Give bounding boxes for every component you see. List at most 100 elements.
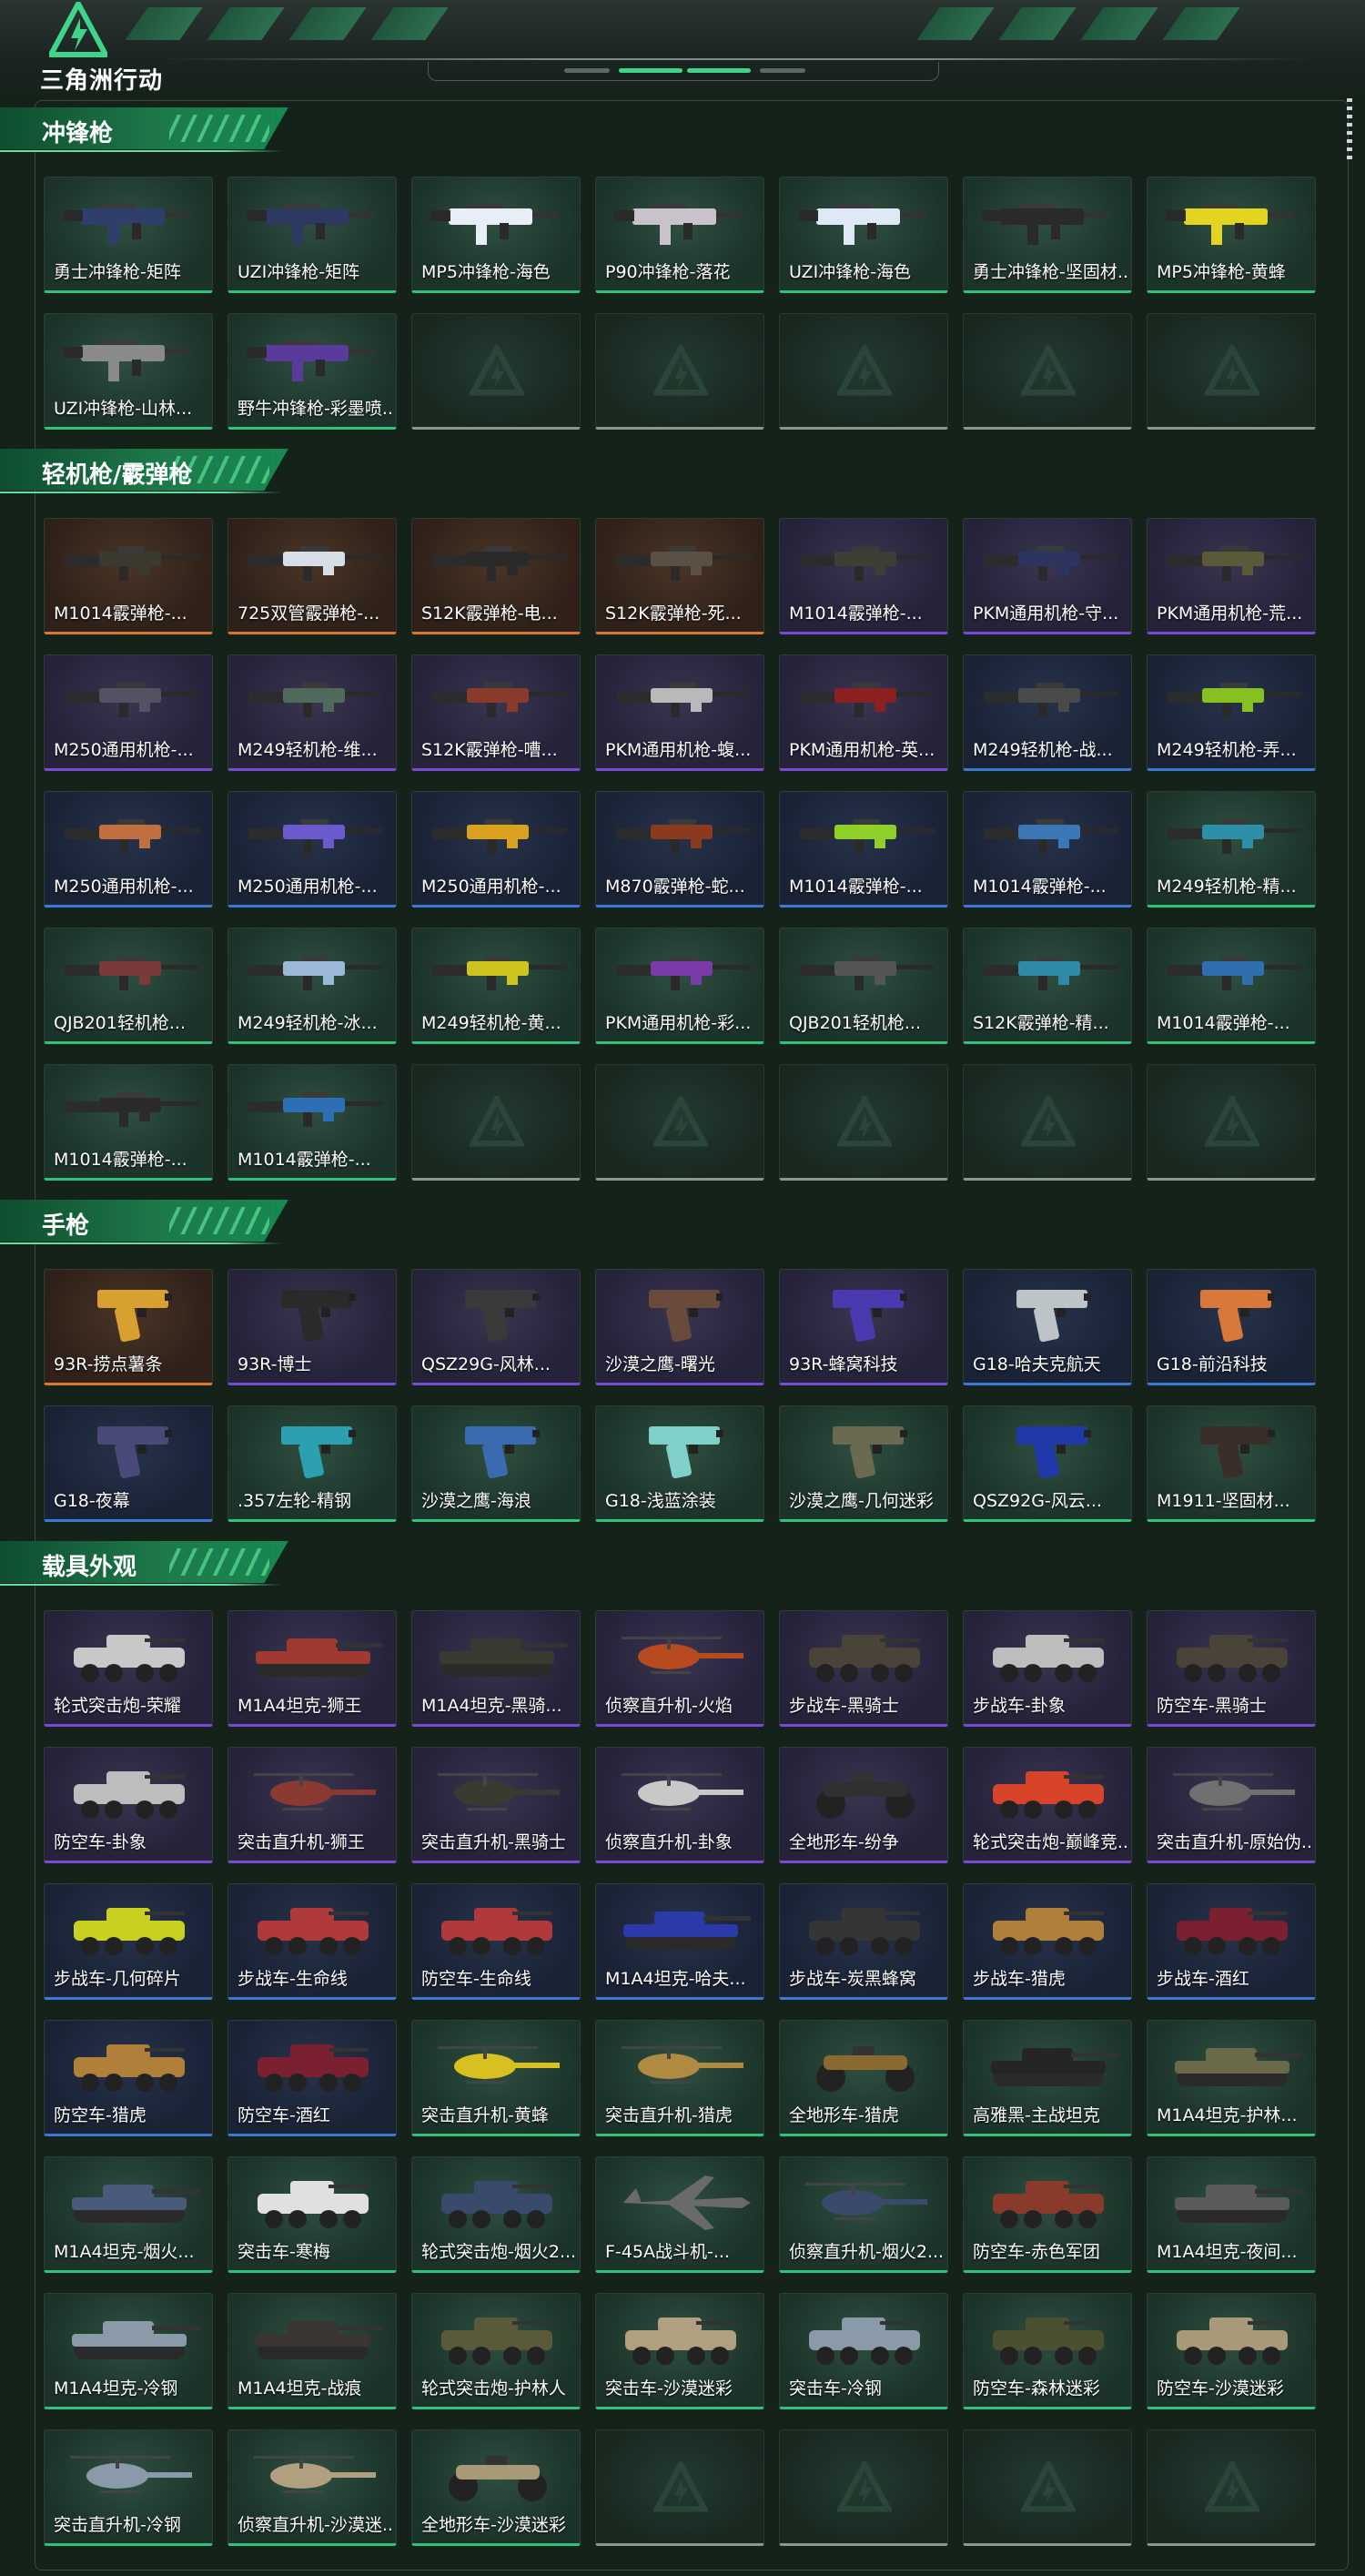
item-card[interactable]: M1014霰弹枪-... [1147, 928, 1316, 1044]
item-card[interactable]: PKM通用机枪-守... [963, 518, 1132, 634]
item-card[interactable]: QJB201轻机枪... [779, 928, 948, 1044]
item-card[interactable]: M250通用机枪-... [228, 791, 397, 908]
item-card[interactable]: 防空车-卦象 [44, 1747, 213, 1863]
item-card[interactable]: PKM通用机枪-荒... [1147, 518, 1316, 634]
item-card[interactable]: 93R-捞点薯条 [44, 1269, 213, 1385]
item-card[interactable]: G18-浅蓝涂装 [595, 1405, 764, 1522]
item-card[interactable]: 突击直升机-黄蜂 [411, 2020, 581, 2136]
item-card[interactable]: 高雅黑-主战坦克 [963, 2020, 1132, 2136]
item-card[interactable]: 步战车-炭黑蜂窝 [779, 1883, 948, 2000]
item-card[interactable]: 轮式突击炮-烟火2... [411, 2156, 581, 2273]
item-card[interactable]: 沙漠之鹰-几何迷彩 [779, 1405, 948, 1522]
item-card[interactable]: 侦察直升机-火焰 [595, 1610, 764, 1727]
item-card[interactable]: 防空车-黑骑士 [1147, 1610, 1316, 1727]
item-card[interactable]: 勇士冲锋枪-坚固材... [963, 177, 1132, 293]
item-card[interactable]: 步战车-几何碎片 [44, 1883, 213, 2000]
item-card[interactable]: 侦察直升机-烟火2... [779, 2156, 948, 2273]
item-card[interactable]: 突击车-沙漠迷彩 [595, 2293, 764, 2409]
item-card[interactable]: M250通用机枪-... [44, 654, 213, 771]
item-card[interactable]: M1A4坦克-冷钢 [44, 2293, 213, 2409]
item-card[interactable]: M1A4坦克-烟火... [44, 2156, 213, 2273]
item-card[interactable]: 勇士冲锋枪-矩阵 [44, 177, 213, 293]
empty-slot [779, 313, 948, 430]
item-card[interactable]: 全地形车-猎虎 [779, 2020, 948, 2136]
item-card[interactable]: 防空车-酒红 [228, 2020, 397, 2136]
item-card[interactable]: M250通用机枪-... [44, 791, 213, 908]
item-card[interactable]: QSZ29G-风林... [411, 1269, 581, 1385]
item-card[interactable]: M1014霰弹枪-... [44, 518, 213, 634]
item-card[interactable]: G18-哈夫克航天 [963, 1269, 1132, 1385]
item-card[interactable]: 93R-蜂窝科技 [779, 1269, 948, 1385]
item-card[interactable]: M1A4坦克-护林... [1147, 2020, 1316, 2136]
item-card[interactable]: M1911-坚固材... [1147, 1405, 1316, 1522]
item-card[interactable]: F-45A战斗机-... [595, 2156, 764, 2273]
item-card[interactable]: 突击直升机-冷钢 [44, 2429, 213, 2546]
item-card[interactable]: MP5冲锋枪-海色 [411, 177, 581, 293]
item-card[interactable]: M249轻机枪-弄... [1147, 654, 1316, 771]
item-card[interactable]: 轮式突击炮-巅峰竞... [963, 1747, 1132, 1863]
item-card[interactable]: 步战车-猎虎 [963, 1883, 1132, 2000]
item-card[interactable]: M870霰弹枪-蛇... [595, 791, 764, 908]
item-card[interactable]: 突击直升机-猎虎 [595, 2020, 764, 2136]
item-card[interactable]: PKM通用机枪-彩... [595, 928, 764, 1044]
item-card[interactable]: S12K霰弹枪-电... [411, 518, 581, 634]
item-card[interactable]: QSZ92G-风云... [963, 1405, 1132, 1522]
item-card[interactable]: 725双管霰弹枪-... [228, 518, 397, 634]
item-card[interactable]: 全地形车-沙漠迷彩 [411, 2429, 581, 2546]
item-card[interactable]: M1014霰弹枪-... [779, 518, 948, 634]
item-card[interactable]: M249轻机枪-冰... [228, 928, 397, 1044]
item-card[interactable]: M250通用机枪-... [411, 791, 581, 908]
item-card[interactable]: M1014霰弹枪-... [963, 791, 1132, 908]
item-card[interactable]: M1A4坦克-夜间... [1147, 2156, 1316, 2273]
item-card[interactable]: 步战车-生命线 [228, 1883, 397, 2000]
item-card[interactable]: PKM通用机枪-英... [779, 654, 948, 771]
scrollbar[interactable] [1347, 98, 1352, 162]
item-card[interactable]: 侦察直升机-卦象 [595, 1747, 764, 1863]
item-card[interactable]: M249轻机枪-维... [228, 654, 397, 771]
item-card[interactable]: 93R-博士 [228, 1269, 397, 1385]
item-card[interactable]: M249轻机枪-战... [963, 654, 1132, 771]
item-card[interactable]: 防空车-赤色军团 [963, 2156, 1132, 2273]
item-card[interactable]: M1A4坦克-黑骑... [411, 1610, 581, 1727]
item-card[interactable]: M249轻机枪-精... [1147, 791, 1316, 908]
item-card[interactable]: UZI冲锋枪-海色 [779, 177, 948, 293]
item-card[interactable]: S12K霰弹枪-嘈... [411, 654, 581, 771]
item-card[interactable]: M1014霰弹枪-... [44, 1064, 213, 1181]
item-card[interactable]: 防空车-生命线 [411, 1883, 581, 2000]
item-card[interactable]: 全地形车-纷争 [779, 1747, 948, 1863]
item-card[interactable]: QJB201轻机枪... [44, 928, 213, 1044]
item-card[interactable]: 侦察直升机-沙漠迷... [228, 2429, 397, 2546]
item-card[interactable]: 防空车-森林迷彩 [963, 2293, 1132, 2409]
item-card[interactable]: M1A4坦克-哈夫... [595, 1883, 764, 2000]
item-card[interactable]: 防空车-猎虎 [44, 2020, 213, 2136]
item-card[interactable]: 步战车-酒红 [1147, 1883, 1316, 2000]
item-card[interactable]: M1014霰弹枪-... [779, 791, 948, 908]
item-card[interactable]: G18-夜幕 [44, 1405, 213, 1522]
item-card[interactable]: MP5冲锋枪-黄蜂 [1147, 177, 1316, 293]
item-card[interactable]: M249轻机枪-黄... [411, 928, 581, 1044]
item-card[interactable]: 突击车-寒梅 [228, 2156, 397, 2273]
item-card[interactable]: UZI冲锋枪-山林... [44, 313, 213, 430]
item-card[interactable]: 轮式突击炮-护林人 [411, 2293, 581, 2409]
item-card[interactable]: G18-前沿科技 [1147, 1269, 1316, 1385]
item-card[interactable]: 突击直升机-狮王 [228, 1747, 397, 1863]
item-card[interactable]: 突击直升机-原始伪... [1147, 1747, 1316, 1863]
item-card[interactable]: 步战车-黑骑士 [779, 1610, 948, 1727]
item-card[interactable]: .357左轮-精钢 [228, 1405, 397, 1522]
item-card[interactable]: 沙漠之鹰-曙光 [595, 1269, 764, 1385]
item-card[interactable]: M1A4坦克-狮王 [228, 1610, 397, 1727]
item-card[interactable]: 防空车-沙漠迷彩 [1147, 2293, 1316, 2409]
item-card[interactable]: UZI冲锋枪-矩阵 [228, 177, 397, 293]
item-card[interactable]: 沙漠之鹰-海浪 [411, 1405, 581, 1522]
item-card[interactable]: S12K霰弹枪-精... [963, 928, 1132, 1044]
item-card[interactable]: M1A4坦克-战痕 [228, 2293, 397, 2409]
item-card[interactable]: 步战车-卦象 [963, 1610, 1132, 1727]
item-card[interactable]: 突击车-冷钢 [779, 2293, 948, 2409]
item-card[interactable]: M1014霰弹枪-... [228, 1064, 397, 1181]
item-card[interactable]: P90冲锋枪-落花 [595, 177, 764, 293]
item-card[interactable]: 野牛冲锋枪-彩墨喷... [228, 313, 397, 430]
item-card[interactable]: 轮式突击炮-荣耀 [44, 1610, 213, 1727]
item-card[interactable]: S12K霰弹枪-死... [595, 518, 764, 634]
item-card[interactable]: 突击直升机-黑骑士 [411, 1747, 581, 1863]
item-card[interactable]: PKM通用机枪-蝮... [595, 654, 764, 771]
